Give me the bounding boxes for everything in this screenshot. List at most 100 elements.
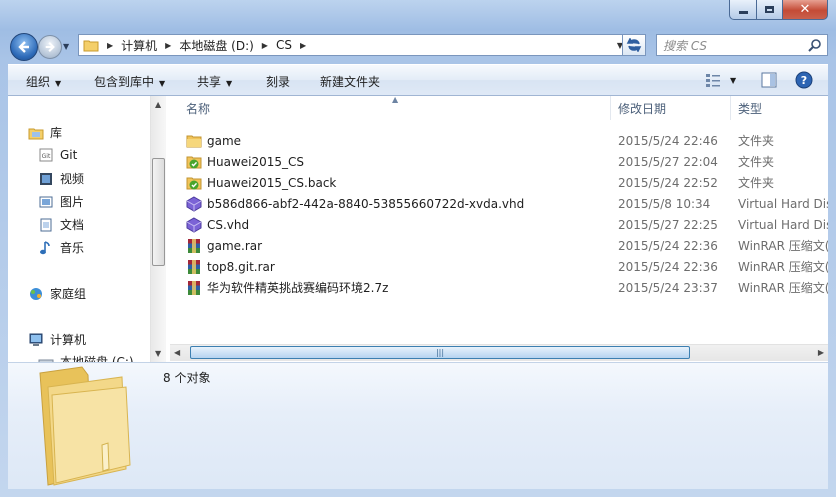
close-button[interactable]: ✕ xyxy=(782,0,828,20)
nav-item-label: 库 xyxy=(50,126,63,140)
file-name: top8.git.rar xyxy=(207,259,275,274)
folder-icon xyxy=(186,135,202,147)
minimize-button[interactable] xyxy=(729,0,756,20)
folder-small-icon xyxy=(83,40,99,52)
nav-item-label: 家庭组 xyxy=(50,287,87,301)
nav-item-git[interactable]: Git Git xyxy=(38,147,77,163)
rar-icon xyxy=(188,280,200,295)
burn-button[interactable]: 刻录 xyxy=(266,73,290,90)
large-folder-icon xyxy=(39,366,131,486)
scrollbar-thumb[interactable]: ||| xyxy=(190,346,690,359)
scroll-left-icon[interactable]: ◀ xyxy=(174,348,180,357)
pictures-icon xyxy=(39,196,53,207)
search-box[interactable] xyxy=(656,34,828,56)
scroll-right-icon[interactable]: ▶ xyxy=(818,348,824,357)
content-area: 库 Git Git 视频 图片 文档 音乐 家庭组 计算机 本地磁盘 (C:) … xyxy=(8,96,828,362)
file-date: 2015/5/24 23:37 xyxy=(618,280,718,295)
new-folder-button[interactable]: 新建文件夹 xyxy=(320,73,380,90)
item-count: 8 个对象 xyxy=(163,371,211,385)
file-type: 文件夹 xyxy=(738,176,775,190)
breadcrumb-separator-icon[interactable]: ▶ xyxy=(107,41,113,50)
address-bar[interactable]: ▶ 计算机 ▶ 本地磁盘 (D:) ▶ CS ▶ ▼ xyxy=(78,34,628,56)
videos-icon xyxy=(40,172,52,185)
share-label: 共享 xyxy=(197,75,222,89)
breadcrumb-computer[interactable]: 计算机 xyxy=(121,37,157,54)
svg-text:Git: Git xyxy=(42,153,51,160)
dropdown-icon: ▼ xyxy=(226,79,233,88)
view-options-button[interactable] xyxy=(704,71,722,92)
search-icon[interactable] xyxy=(808,38,822,52)
navigation-pane[interactable]: 库 Git Git 视频 图片 文档 音乐 家庭组 计算机 本地磁盘 (C:) xyxy=(8,96,150,362)
file-date: 2015/5/27 22:04 xyxy=(618,154,718,169)
back-button[interactable] xyxy=(10,33,38,61)
file-row[interactable]: game.rar 2015/5/24 22:36 WinRAR 压缩文( xyxy=(166,235,828,256)
nav-item-label: 图片 xyxy=(60,195,85,209)
nav-item-computer[interactable]: 计算机 xyxy=(28,331,86,348)
column-header-name-label: 名称 xyxy=(186,101,211,116)
view-dropdown-icon[interactable]: ▼ xyxy=(730,76,736,85)
vhd-icon xyxy=(186,216,202,233)
column-header-type[interactable]: 类型 xyxy=(730,96,828,120)
help-button[interactable]: ? xyxy=(795,71,813,92)
file-name: game xyxy=(207,133,242,148)
dropdown-icon: ▼ xyxy=(159,79,166,88)
breadcrumb-separator-icon[interactable]: ▶ xyxy=(300,41,306,50)
back-arrow-icon xyxy=(18,41,29,53)
column-header-name[interactable]: 名称 xyxy=(166,96,610,120)
file-type: WinRAR 压缩文( xyxy=(738,239,828,253)
navigation-pane-scrollbar[interactable]: ▲ ▼ xyxy=(150,96,166,362)
file-row[interactable]: game 2015/5/24 22:46 文件夹 xyxy=(166,130,828,151)
refresh-button[interactable] xyxy=(622,34,646,56)
file-row[interactable]: Huawei2015_CS 2015/5/27 22:04 文件夹 xyxy=(166,151,828,172)
organize-button[interactable]: 组织 ▼ xyxy=(26,73,61,90)
git-library-icon: Git xyxy=(39,148,53,162)
file-list-horizontal-scrollbar[interactable]: ◀ ||| ▶ xyxy=(170,344,828,361)
maximize-button[interactable] xyxy=(756,0,782,20)
nav-item-homegroup[interactable]: 家庭组 xyxy=(28,285,86,302)
column-header-date[interactable]: 修改日期 xyxy=(610,96,730,120)
scroll-down-icon[interactable]: ▼ xyxy=(155,349,161,358)
file-list[interactable]: 名称 ▲ 修改日期 类型 game 2015/5/24 22:46 文件夹 Hu… xyxy=(166,96,828,362)
include-in-library-label: 包含到库中 xyxy=(94,75,155,89)
synced-folder-icon xyxy=(186,156,202,168)
burn-label: 刻录 xyxy=(266,75,291,89)
search-input[interactable] xyxy=(661,36,805,56)
share-button[interactable]: 共享 ▼ xyxy=(197,73,232,90)
homegroup-icon xyxy=(30,287,42,300)
preview-pane-button[interactable] xyxy=(760,71,778,92)
file-type: WinRAR 压缩文( xyxy=(738,260,828,274)
nav-item-pictures[interactable]: 图片 xyxy=(38,193,84,210)
rar-icon xyxy=(188,259,200,274)
file-date: 2015/5/24 22:36 xyxy=(618,259,718,274)
nav-item-videos[interactable]: 视频 xyxy=(38,170,84,187)
caption-buttons: ✕ xyxy=(729,0,828,20)
file-row[interactable]: 华为软件精英挑战赛编码环境2.7z 2015/5/24 23:37 WinRAR… xyxy=(166,277,828,298)
recent-pages-dropdown-icon[interactable]: ▼ xyxy=(63,42,69,51)
file-row[interactable]: top8.git.rar 2015/5/24 22:36 WinRAR 压缩文( xyxy=(166,256,828,277)
drive-icon xyxy=(38,359,54,362)
nav-item-libraries[interactable]: 库 xyxy=(28,124,62,141)
file-type: 文件夹 xyxy=(738,134,775,148)
breadcrumb-drive-d[interactable]: 本地磁盘 (D:) xyxy=(179,37,253,54)
file-type: Virtual Hard Dis xyxy=(738,217,828,232)
scrollbar-thumb[interactable] xyxy=(152,158,165,266)
nav-item-documents[interactable]: 文档 xyxy=(38,216,84,233)
maximize-icon xyxy=(765,6,774,13)
breadcrumb-cs[interactable]: CS xyxy=(276,38,292,52)
rar-icon xyxy=(188,238,200,253)
file-row[interactable]: b586d866-abf2-442a-8840-53855660722d-xvd… xyxy=(166,193,828,214)
sort-ascending-icon: ▲ xyxy=(392,96,399,104)
nav-item-drive-c[interactable]: 本地磁盘 (C:) xyxy=(38,353,134,362)
file-row[interactable]: CS.vhd 2015/5/27 22:25 Virtual Hard Dis xyxy=(166,214,828,235)
include-in-library-button[interactable]: 包含到库中 ▼ xyxy=(94,73,165,90)
breadcrumb-separator-icon[interactable]: ▶ xyxy=(262,41,268,50)
file-row[interactable]: Huawei2015_CS.back 2015/5/24 22:52 文件夹 xyxy=(166,172,828,193)
scroll-up-icon[interactable]: ▲ xyxy=(155,100,161,109)
nav-item-music[interactable]: 音乐 xyxy=(38,239,84,256)
forward-button[interactable] xyxy=(38,35,62,59)
file-date: 2015/5/24 22:52 xyxy=(618,175,718,190)
synced-folder-icon xyxy=(186,177,202,189)
forward-arrow-icon xyxy=(45,41,55,53)
breadcrumb-separator-icon[interactable]: ▶ xyxy=(165,41,171,50)
file-type: 文件夹 xyxy=(738,155,775,169)
